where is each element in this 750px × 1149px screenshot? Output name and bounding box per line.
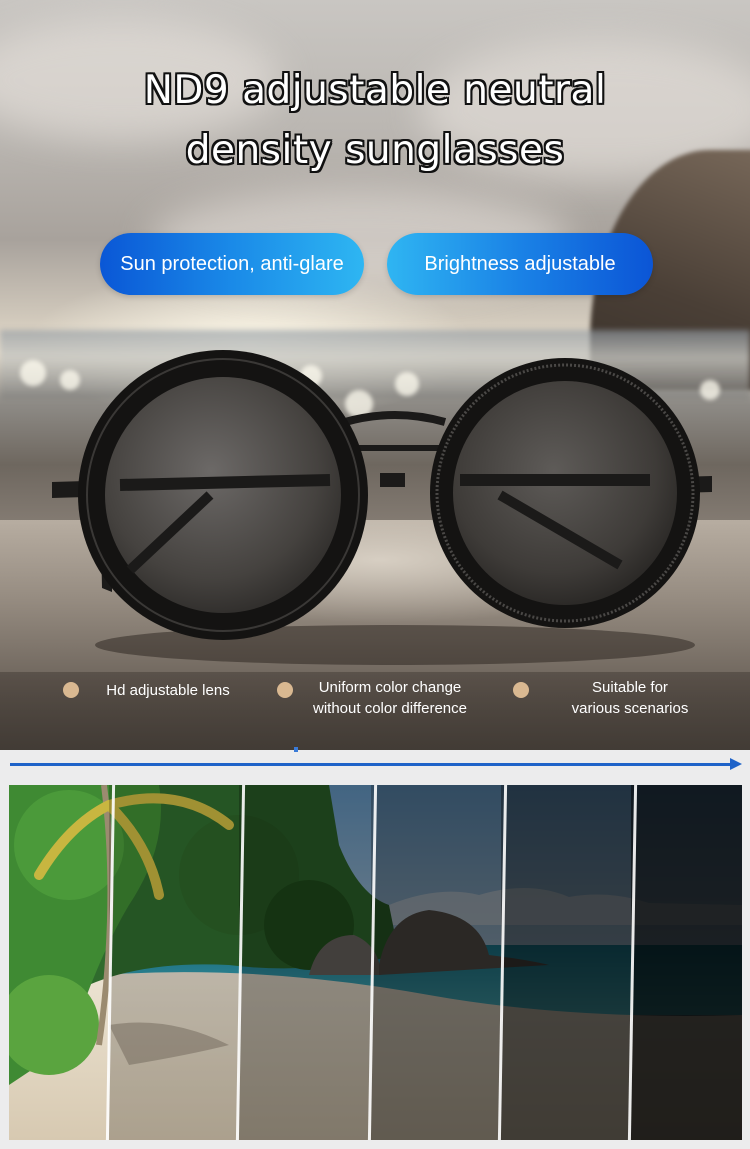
darkness-arrow-icon (10, 763, 735, 766)
darkness-level-1 (109, 785, 239, 1140)
darkness-arrow-head (730, 758, 742, 770)
scale-tick (294, 747, 298, 752)
sunglasses-illustration (52, 350, 712, 665)
left-lens (105, 377, 341, 613)
badge-brightness: Brightness adjustable (387, 233, 653, 295)
feature-uniform-line1: Uniform color change (318, 679, 462, 696)
feature-bar: Hd adjustable lens Uniform color change … (0, 672, 750, 750)
darkness-level-0 (9, 785, 109, 1140)
hero-banner: ND9 adjustable neutral density sunglasse… (0, 0, 750, 750)
feature-uniform-color: Uniform color change without color diffe… (295, 677, 485, 719)
feature-scenarios-line1: Suitable for (592, 679, 668, 696)
darkness-level-3 (371, 785, 501, 1140)
page-title-line2: density sunglasses (185, 128, 565, 173)
left-temple-through-lens (119, 474, 331, 491)
feature-scenarios-line2: various scenarios (571, 700, 689, 717)
feature-scenarios: Suitable for various scenarios (550, 677, 710, 719)
top-bridge (343, 411, 447, 426)
feature-dot-icon (277, 682, 293, 698)
product-page: ND9 adjustable neutral density sunglasse… (0, 0, 750, 1149)
feature-uniform-line2: without color difference (313, 700, 467, 717)
darkness-level-4 (501, 785, 631, 1140)
feature-dot-icon (63, 682, 79, 698)
page-title: ND9 adjustable neutral (143, 68, 607, 113)
feature-hd-lens: Hd adjustable lens (106, 682, 230, 699)
darkness-level-5 (631, 785, 742, 1140)
feature-dot-icon (513, 682, 529, 698)
badge-sun-protection: Sun protection, anti-glare (100, 233, 364, 295)
darkness-level-2 (239, 785, 371, 1140)
right-lens (453, 381, 677, 605)
darkness-comparison-image (9, 785, 742, 1140)
